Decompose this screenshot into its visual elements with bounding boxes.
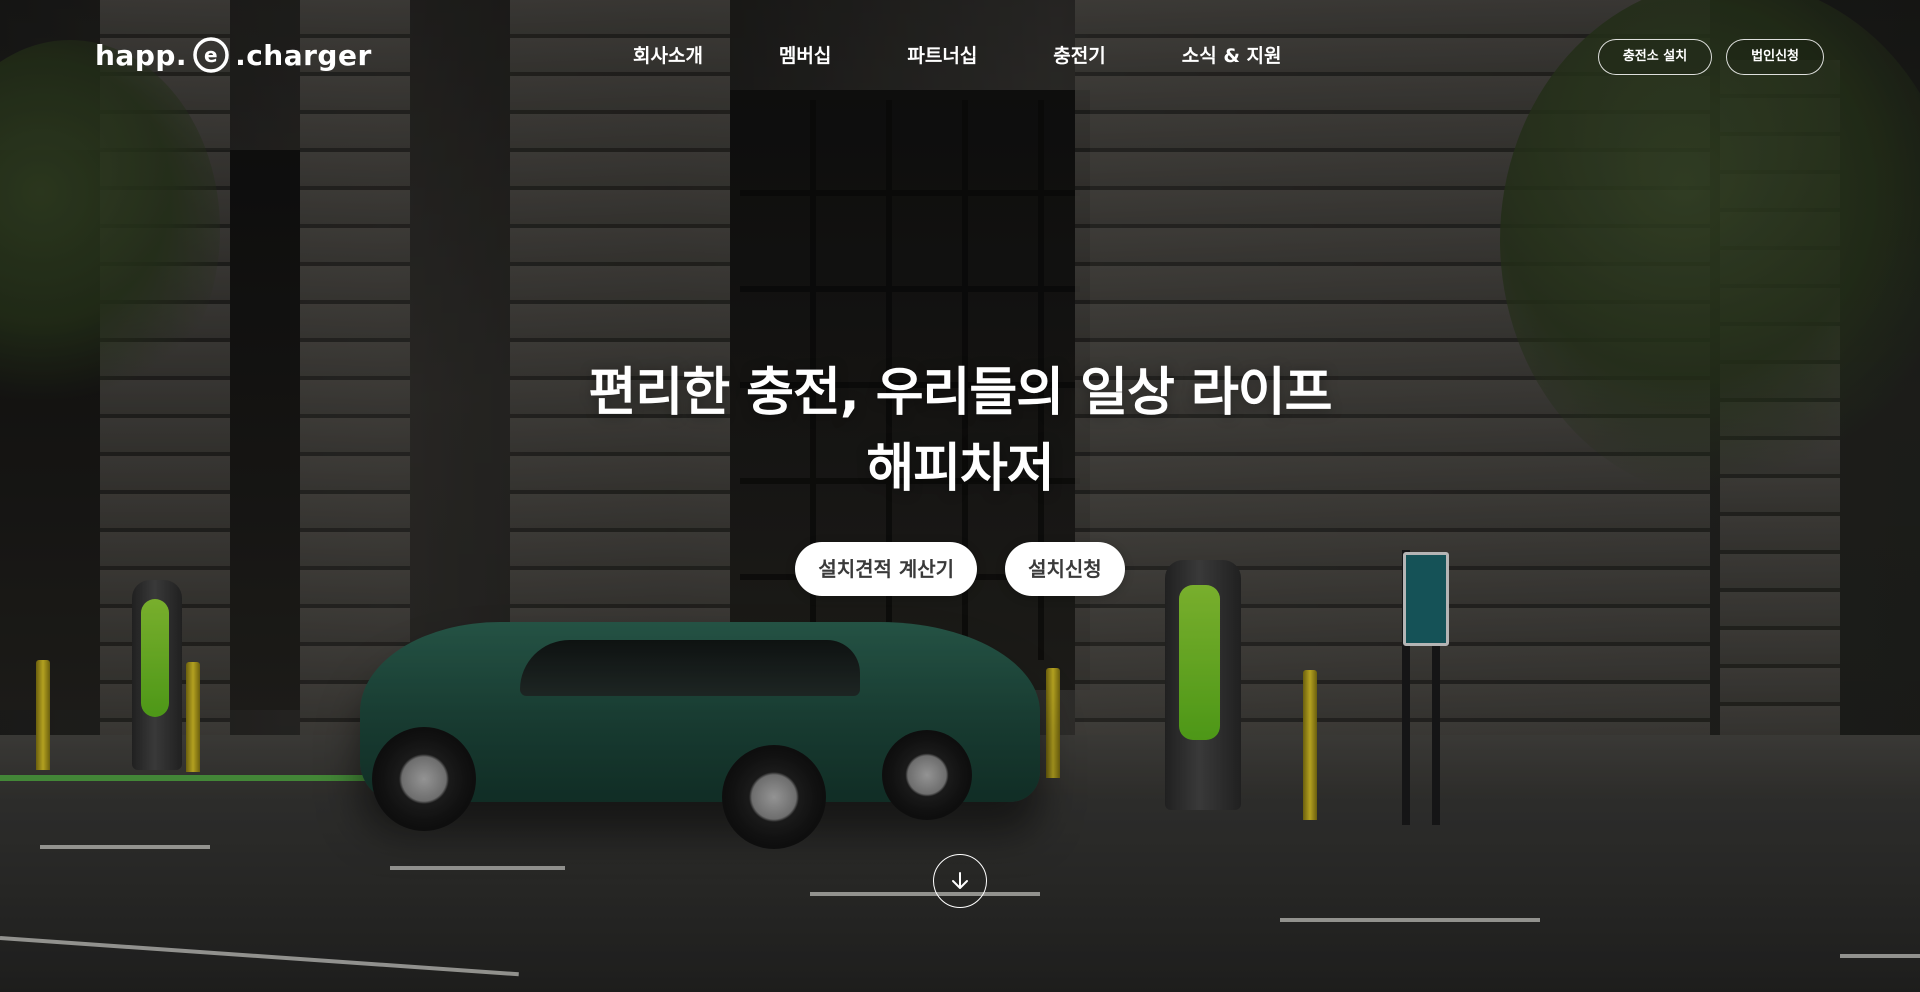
nav-item-membership[interactable]: 멤버십 — [779, 40, 831, 72]
plug-icon: e — [191, 35, 231, 75]
hero-headline-line2: 해피차저 — [866, 439, 1054, 499]
hero-cta-group: 설치견적 계산기 설치신청 — [0, 542, 1920, 596]
nav-item-news-support[interactable]: 소식 & 지원 — [1182, 40, 1282, 72]
logo-e-letter: e — [204, 43, 218, 67]
logo-text-right: .charger — [235, 38, 372, 72]
hero-section: happ. e .charger 회사소개 멤버십 파트너십 충전기 소식 & … — [0, 0, 1920, 992]
header-actions: 충전소 설치 법인신청 — [1597, 39, 1824, 75]
install-station-button[interactable]: 충전소 설치 — [1597, 39, 1713, 75]
nav-item-charger[interactable]: 충전기 — [1053, 40, 1105, 72]
hero-headline-line1: 편리한 충전, 우리들의 일상 라이프 — [588, 363, 1333, 423]
install-apply-button[interactable]: 설치신청 — [1005, 542, 1125, 596]
arrow-down-icon — [952, 872, 968, 889]
brand-logo[interactable]: happ. e .charger — [95, 30, 372, 80]
nav-item-company[interactable]: 회사소개 — [633, 40, 703, 72]
corporate-apply-button[interactable]: 법인신청 — [1726, 39, 1824, 75]
nav-item-partnership[interactable]: 파트너십 — [907, 40, 977, 72]
logo-text-left: happ. — [95, 38, 188, 72]
scroll-down-button[interactable] — [933, 854, 987, 908]
estimate-calculator-button[interactable]: 설치견적 계산기 — [795, 542, 978, 596]
main-nav: 회사소개 멤버십 파트너십 충전기 소식 & 지원 — [633, 40, 1281, 72]
hero-headline: 편리한 충전, 우리들의 일상 라이프 해피차저 — [0, 355, 1920, 507]
